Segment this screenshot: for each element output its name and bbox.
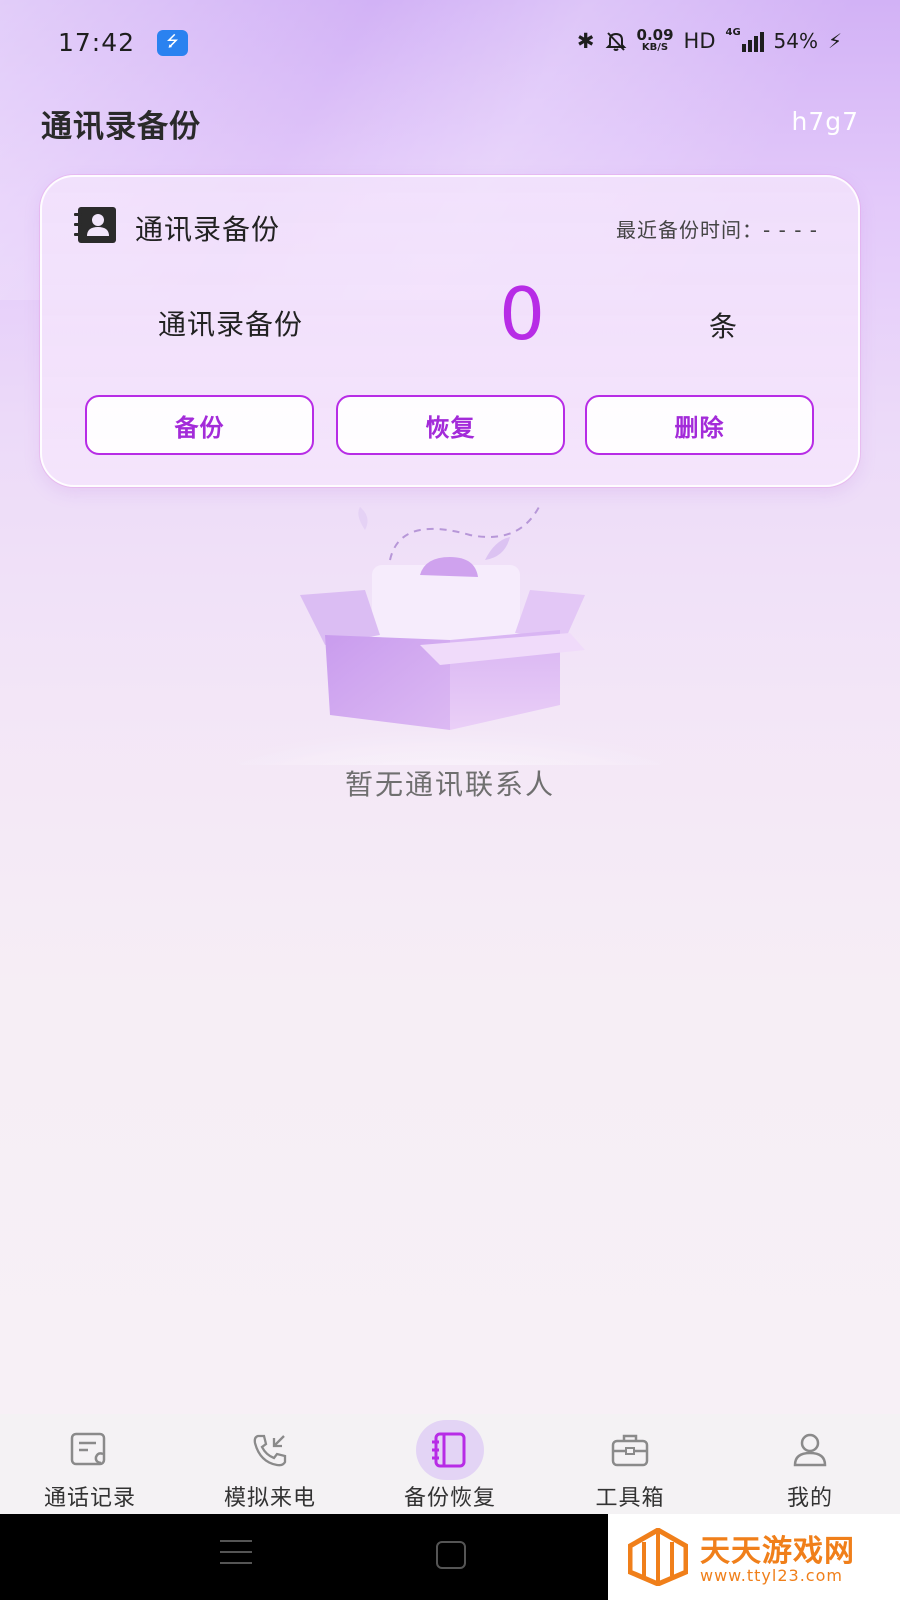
nav-item-profile[interactable]: 我的	[720, 1414, 900, 1514]
nav-label-toolbox: 工具箱	[595, 1486, 665, 1511]
nav-item-toolbox[interactable]: 工具箱	[540, 1414, 720, 1514]
restore-button[interactable]: 恢复	[336, 395, 565, 455]
toolbox-icon	[596, 1420, 664, 1480]
user-icon	[776, 1420, 844, 1480]
charging-icon: ⚡	[827, 28, 842, 53]
contact-book-icon	[74, 207, 116, 243]
battery-level: 54%	[773, 28, 818, 53]
incoming-call-icon	[236, 1420, 304, 1480]
header-code: h7g7	[791, 107, 859, 136]
home-button[interactable]	[436, 1541, 466, 1569]
call-log-icon	[56, 1420, 124, 1480]
nav-item-backup-restore[interactable]: 备份恢复	[360, 1414, 540, 1514]
signal-icon: 4G	[726, 27, 764, 52]
count-label: 通讯录备份	[158, 308, 304, 341]
empty-state-message: 暂无通讯联系人	[344, 768, 555, 801]
hd-indicator: HD	[683, 28, 716, 53]
empty-box-illustration	[220, 505, 680, 765]
nav-label-fake-call: 模拟来电	[223, 1486, 316, 1511]
usb-icon: ⭍	[157, 30, 188, 56]
watermark-logo-icon	[628, 1528, 688, 1586]
watermark-url: www.ttyl23.com	[700, 1566, 843, 1585]
bluetooth-icon: ✱	[576, 28, 595, 53]
last-backup-time: 最近备份时间：- - - -	[616, 218, 818, 242]
page-title: 通讯录备份	[41, 109, 201, 145]
card-title: 通讯录备份	[135, 213, 281, 246]
network-speed: 0.09 KB/S	[636, 26, 674, 53]
bottom-nav: 通话记录 模拟来电 备份恢复 工具箱 我的	[0, 1414, 900, 1514]
menu-icon[interactable]	[220, 1540, 252, 1568]
watermark-name: 天天游戏网	[700, 1534, 855, 1569]
delete-button[interactable]: 删除	[585, 395, 814, 455]
nav-label-profile: 我的	[786, 1486, 833, 1511]
count-unit: 条	[709, 310, 738, 343]
status-icons: ✱ 0.09 KB/S HD 4G 54% ⚡	[576, 26, 842, 53]
status-time: 17:42	[58, 28, 136, 57]
backup-button[interactable]: 备份	[85, 395, 314, 455]
notebook-icon	[416, 1420, 484, 1480]
contact-count: 0	[499, 272, 545, 356]
bell-off-icon	[605, 31, 626, 51]
status-bar: 17:42 ⭍ ✱ 0.09 KB/S HD 4G 54% ⚡	[0, 22, 900, 66]
nav-item-fake-call[interactable]: 模拟来电	[180, 1414, 360, 1514]
watermark: 天天游戏网 www.ttyl23.com	[608, 1514, 900, 1600]
nav-label-backup-restore: 备份恢复	[403, 1486, 496, 1511]
nav-label-call-log: 通话记录	[43, 1486, 136, 1511]
nav-item-call-log[interactable]: 通话记录	[0, 1414, 180, 1514]
